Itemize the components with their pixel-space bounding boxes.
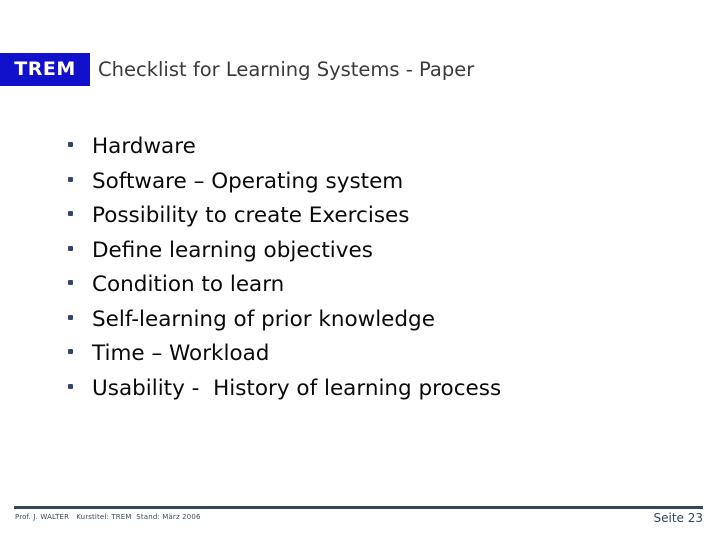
list-item-label: Software – Operating system xyxy=(92,168,404,194)
list-item: Hardware xyxy=(62,136,682,171)
list-item-label: Hardware xyxy=(92,134,196,159)
bullet-dot-icon xyxy=(68,176,73,182)
list-item: Usability - History of learning process xyxy=(62,375,682,413)
bullet-dot-icon xyxy=(68,383,73,389)
footer-divider xyxy=(14,506,703,509)
slide-header: TREM Checklist for Learning Systems - Pa… xyxy=(0,53,474,86)
page-title: Checklist for Learning Systems - Paper xyxy=(98,57,475,81)
bullet-dot-icon xyxy=(68,314,73,320)
bullet-dot-icon xyxy=(68,245,73,251)
list-item-label: Condition to learn xyxy=(92,272,285,297)
list-item-label: Usability - History of learning process xyxy=(92,375,502,401)
bullet-dot-icon xyxy=(68,142,73,147)
page-number: Seite 23 xyxy=(653,511,703,525)
list-item-label: Self-learning of prior knowledge xyxy=(92,306,435,332)
list-item: Software – Operating system xyxy=(62,168,682,206)
list-item: Condition to learn xyxy=(62,274,682,309)
trem-logo-badge: TREM xyxy=(0,53,90,86)
checklist-bullet-list: Hardware Software – Operating system Pos… xyxy=(62,136,682,412)
bullet-dot-icon xyxy=(68,280,73,285)
list-item-label: Time – Workload xyxy=(92,341,270,366)
footer-credit-text: Prof. J. WALTER Kurstitel: TREM Stand: M… xyxy=(15,513,201,521)
slide-canvas: TREM Checklist for Learning Systems - Pa… xyxy=(0,0,720,540)
trem-logo-text: TREM xyxy=(14,58,76,80)
list-item-label: Define learning objectives xyxy=(92,237,373,263)
list-item: Possibility to create Exercises xyxy=(62,205,682,240)
list-item: Time – Workload xyxy=(62,343,682,378)
list-item: Define learning objectives xyxy=(62,237,682,275)
bullet-dot-icon xyxy=(68,211,73,216)
list-item: Self-learning of prior knowledge xyxy=(62,306,682,344)
bullet-dot-icon xyxy=(68,349,73,354)
list-item-label: Possibility to create Exercises xyxy=(92,203,410,228)
